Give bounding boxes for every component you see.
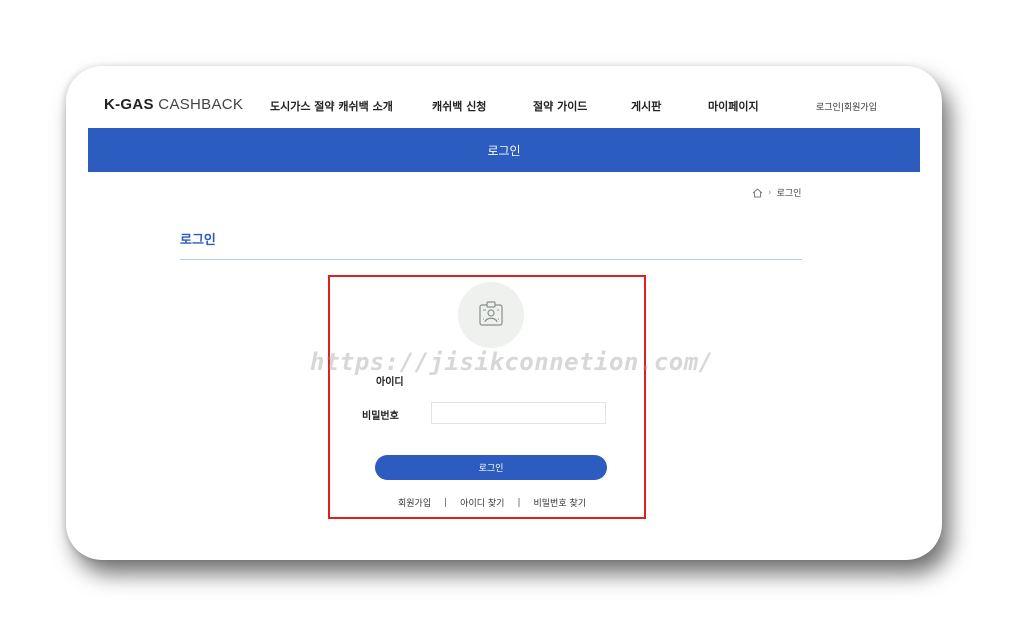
nav-item-board[interactable]: 게시판 xyxy=(631,98,661,114)
breadcrumb: › 로그인 xyxy=(752,186,801,199)
nav-item-mypage[interactable]: 마이페이지 xyxy=(708,98,759,114)
logo-bold-text: K-GAS xyxy=(104,96,154,113)
browser-screenshot-card: K-GAS CASHBACK 도시가스 절약 캐쉬백 소개 캐쉬백 신청 절약 … xyxy=(66,66,942,560)
breadcrumb-current: 로그인 xyxy=(776,189,802,199)
util-links[interactable]: 로그인|회원가입 xyxy=(816,100,877,113)
login-button[interactable]: 로그인 xyxy=(375,455,607,480)
signup-link[interactable]: 회원가입 xyxy=(398,496,431,509)
nav-item-intro[interactable]: 도시가스 절약 캐쉬백 소개 xyxy=(270,98,393,114)
password-field-label: 비밀번호 xyxy=(362,411,399,422)
page-title: 로그인 xyxy=(180,233,216,248)
password-field[interactable] xyxy=(431,402,606,424)
banner-title: 로그인 xyxy=(487,143,521,158)
find-password-link[interactable]: 비밀번호 찾기 xyxy=(533,496,586,509)
page-banner: 로그인 xyxy=(88,128,920,172)
home-icon[interactable] xyxy=(752,187,763,198)
logo-light-text: CASHBACK xyxy=(153,96,244,113)
site-header: K-GAS CASHBACK 도시가스 절약 캐쉬백 소개 캐쉬백 신청 절약 … xyxy=(66,66,942,128)
find-id-link[interactable]: 아이디 찾기 xyxy=(460,496,504,509)
nav-item-guide[interactable]: 절약 가이드 xyxy=(533,98,587,114)
id-field-label: 아이디 xyxy=(376,377,404,388)
account-links: 회원가입 | 아이디 찾기 | 비밀번호 찾기 xyxy=(398,496,586,510)
site-logo[interactable]: K-GAS CASHBACK xyxy=(104,96,243,113)
link-separator: | xyxy=(444,497,448,508)
title-divider xyxy=(180,259,802,260)
nav-item-apply[interactable]: 캐쉬백 신청 xyxy=(432,98,486,114)
link-separator: | xyxy=(517,497,521,508)
login-badge-icon xyxy=(458,282,524,348)
chevron-right-icon: › xyxy=(768,187,772,198)
watermark-url: https://jisikconnetion.com/ xyxy=(310,348,714,376)
